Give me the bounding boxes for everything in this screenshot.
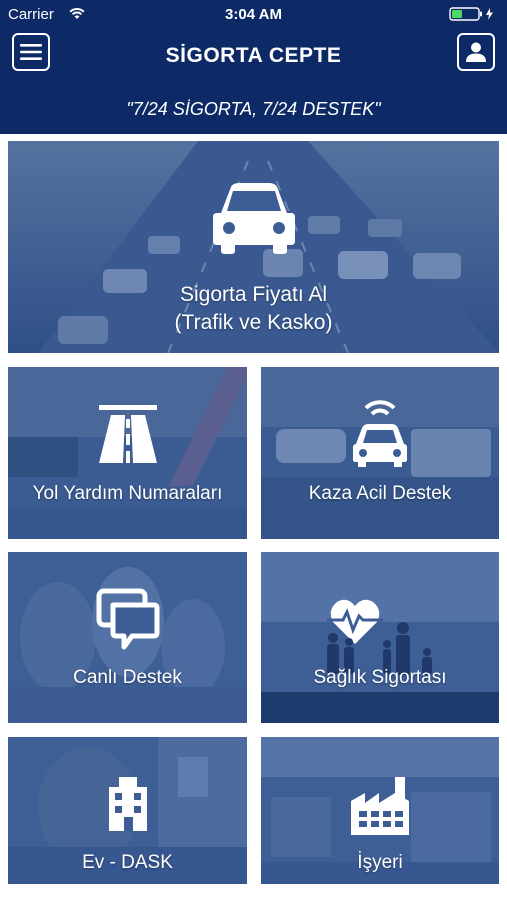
factory-icon [351, 777, 409, 835]
home-dask-label: Ev - DASK [82, 852, 173, 873]
insurance-quote-tile[interactable]: Sigorta Fiyatı Al (Trafik ve Kasko) [8, 141, 499, 353]
workplace-label: İşyeri [357, 852, 403, 873]
health-insurance-label: Sağlık Sigortası [313, 667, 447, 688]
car-icon [212, 183, 295, 254]
app-title: SİGORTA CEPTE [165, 44, 342, 67]
insurance-quote-title: Sigorta Fiyatı Al [179, 283, 328, 306]
insurance-quote-subtitle: (Trafik ve Kasko) [174, 311, 333, 334]
status-bar: Carrier 3:04 AM [0, 0, 507, 30]
insurance-quote-label: Sigorta Fiyatı Al (Trafik ve Kasko) [8, 281, 499, 337]
profile-button[interactable] [457, 33, 495, 71]
health-insurance-tile[interactable]: Sağlık Sigortası [261, 552, 499, 723]
live-support-label: Canlı Destek [73, 667, 182, 688]
accident-support-label: Kaza Acil Destek [308, 483, 452, 504]
home-dask-tile[interactable]: Ev - DASK [8, 737, 247, 884]
workplace-tile[interactable]: İşyeri [261, 737, 499, 884]
road-assistance-tile[interactable]: Yol Yardım Numaraları [8, 367, 247, 539]
user-icon [466, 42, 486, 62]
app-header: Carrier 3:04 AM SİGORTA CEPTE "7/24 SİGO… [0, 0, 507, 134]
chat-bubbles-icon [96, 588, 159, 650]
live-support-tile[interactable]: Canlı Destek [8, 552, 247, 723]
accident-support-tile[interactable]: Kaza Acil Destek [261, 367, 499, 539]
status-time: 3:04 AM [225, 6, 282, 23]
highway-icon [98, 405, 157, 463]
slogan: "7/24 SİGORTA, 7/24 DESTEK" [126, 99, 381, 119]
building-icon [108, 777, 147, 831]
family-heart-icon [327, 599, 432, 675]
road-assistance-label: Yol Yardım Numaraları [32, 483, 223, 504]
battery-icon [449, 7, 495, 25]
connected-car-icon [353, 400, 407, 467]
